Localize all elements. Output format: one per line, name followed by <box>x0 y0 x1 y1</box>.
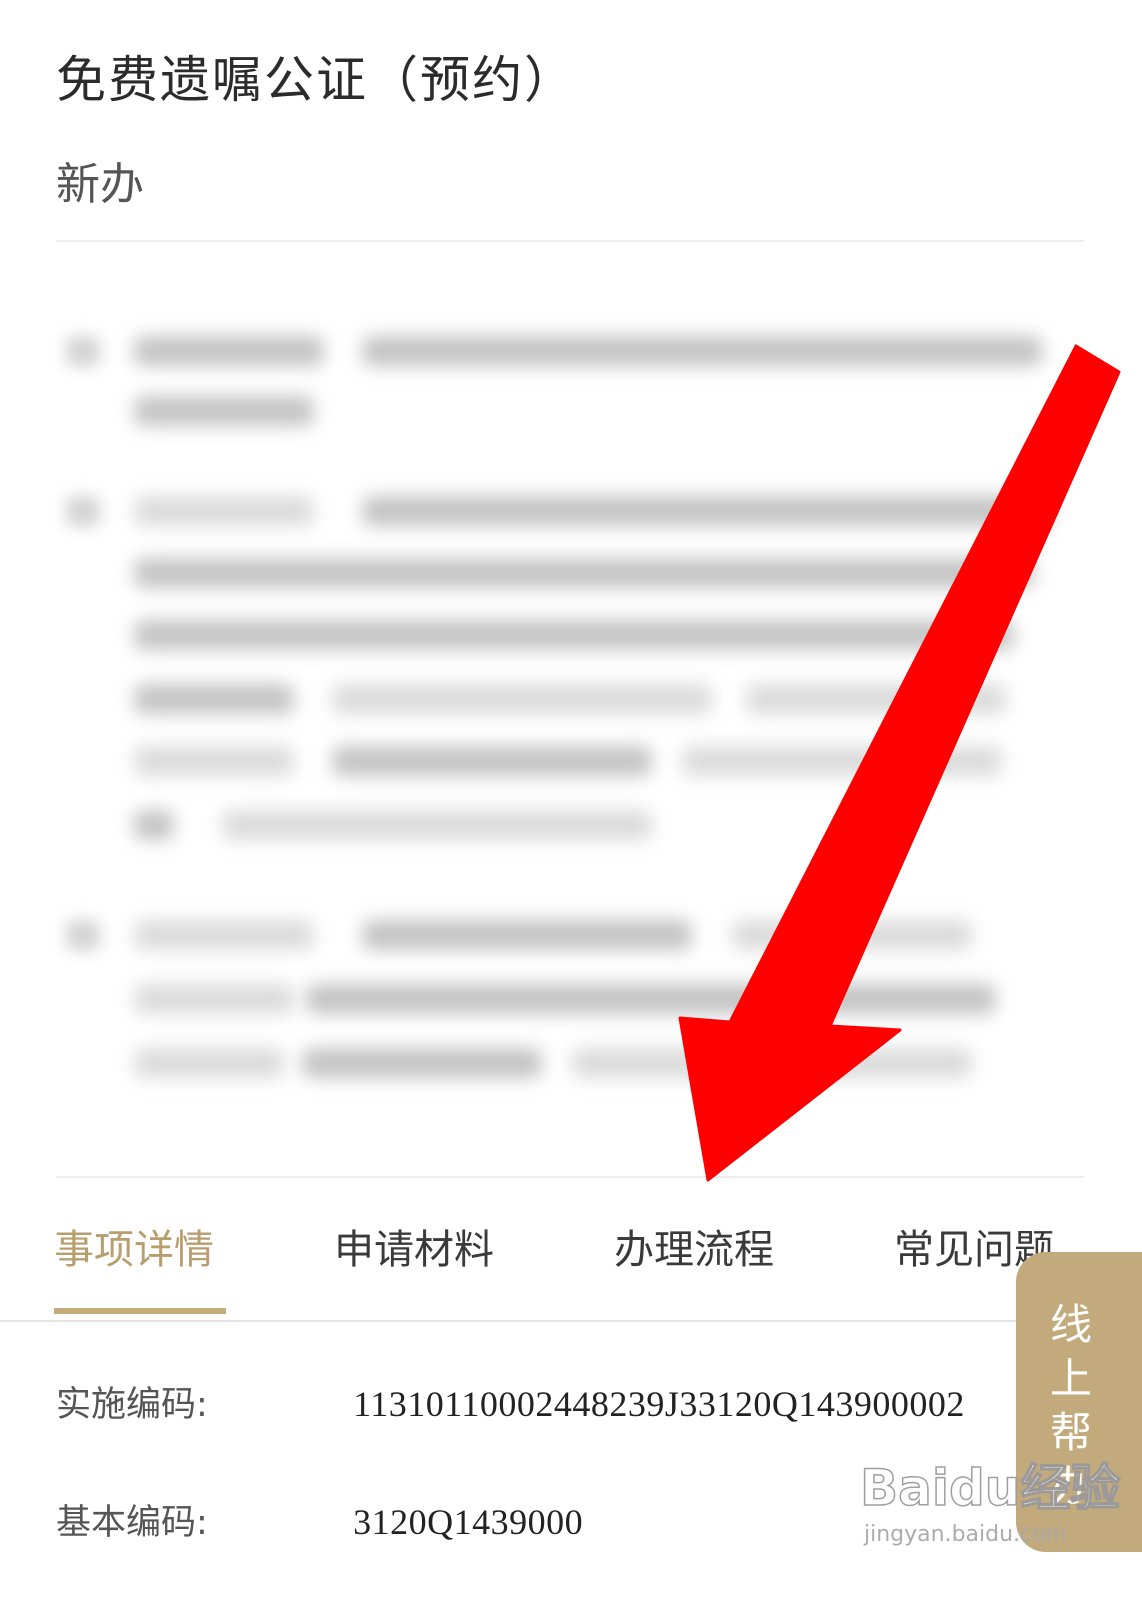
online-help-button[interactable]: 线上帮办 <box>1016 1252 1142 1552</box>
blurred-text-line <box>362 496 1052 526</box>
header-divider <box>56 240 1084 242</box>
detail-tabs: 事项详情 申请材料 办理流程 常见问题 <box>0 1205 1142 1325</box>
blurred-text-line <box>134 558 1034 588</box>
blurred-text-line <box>134 746 294 776</box>
online-help-label: 线上帮办 <box>1050 1300 1093 1511</box>
blurred-text-line <box>134 984 294 1014</box>
blurred-text-line <box>332 746 652 776</box>
blurred-text-line <box>746 684 1006 714</box>
blurred-text-line <box>134 920 314 950</box>
blurred-text-line <box>332 684 712 714</box>
blurred-text-line <box>134 1048 284 1078</box>
blurred-bullet <box>66 920 100 950</box>
blurred-text-line <box>306 984 996 1014</box>
base-code-label: 基本编码: <box>56 1503 208 1543</box>
base-code-value: 3120Q1439000 <box>353 1502 584 1542</box>
blurred-bullet <box>66 496 100 526</box>
blurred-text-line <box>134 684 294 714</box>
tab-item-details[interactable]: 事项详情 <box>54 1217 214 1275</box>
tab-application-materials[interactable]: 申请材料 <box>334 1217 494 1275</box>
blurred-text-line <box>134 620 1014 650</box>
blurred-text-line <box>362 920 692 950</box>
blurred-text-line <box>134 810 174 840</box>
active-tab-indicator <box>54 1308 226 1314</box>
blurred-text-line <box>134 336 324 366</box>
base-code-row: 基本编码: 3120Q1439000 <box>56 1494 583 1545</box>
implementation-code-row: 实施编码: 11310110002448239J33120Q143900002 <box>56 1376 965 1427</box>
implementation-code-label: 实施编码: <box>56 1385 208 1425</box>
blurred-text-line <box>682 746 1002 776</box>
service-type-label: 新办 <box>56 159 144 210</box>
implementation-code-value: 11310110002448239J33120Q143900002 <box>353 1384 965 1424</box>
page-title: 免费遗嘱公证（预约） <box>56 51 576 109</box>
blurred-text-line <box>362 336 1042 366</box>
blurred-text-line <box>134 496 314 526</box>
blurred-text-line <box>572 1048 972 1078</box>
blurred-description <box>56 300 1076 1160</box>
blurred-text-line <box>134 396 314 426</box>
blurred-bullet <box>66 336 100 366</box>
tab-process[interactable]: 办理流程 <box>614 1217 774 1275</box>
tabs-divider <box>0 1320 1142 1322</box>
blurred-text-line <box>222 810 652 840</box>
blurred-text-line <box>302 1048 542 1078</box>
content-divider <box>56 1176 1084 1178</box>
blurred-text-line <box>732 920 972 950</box>
